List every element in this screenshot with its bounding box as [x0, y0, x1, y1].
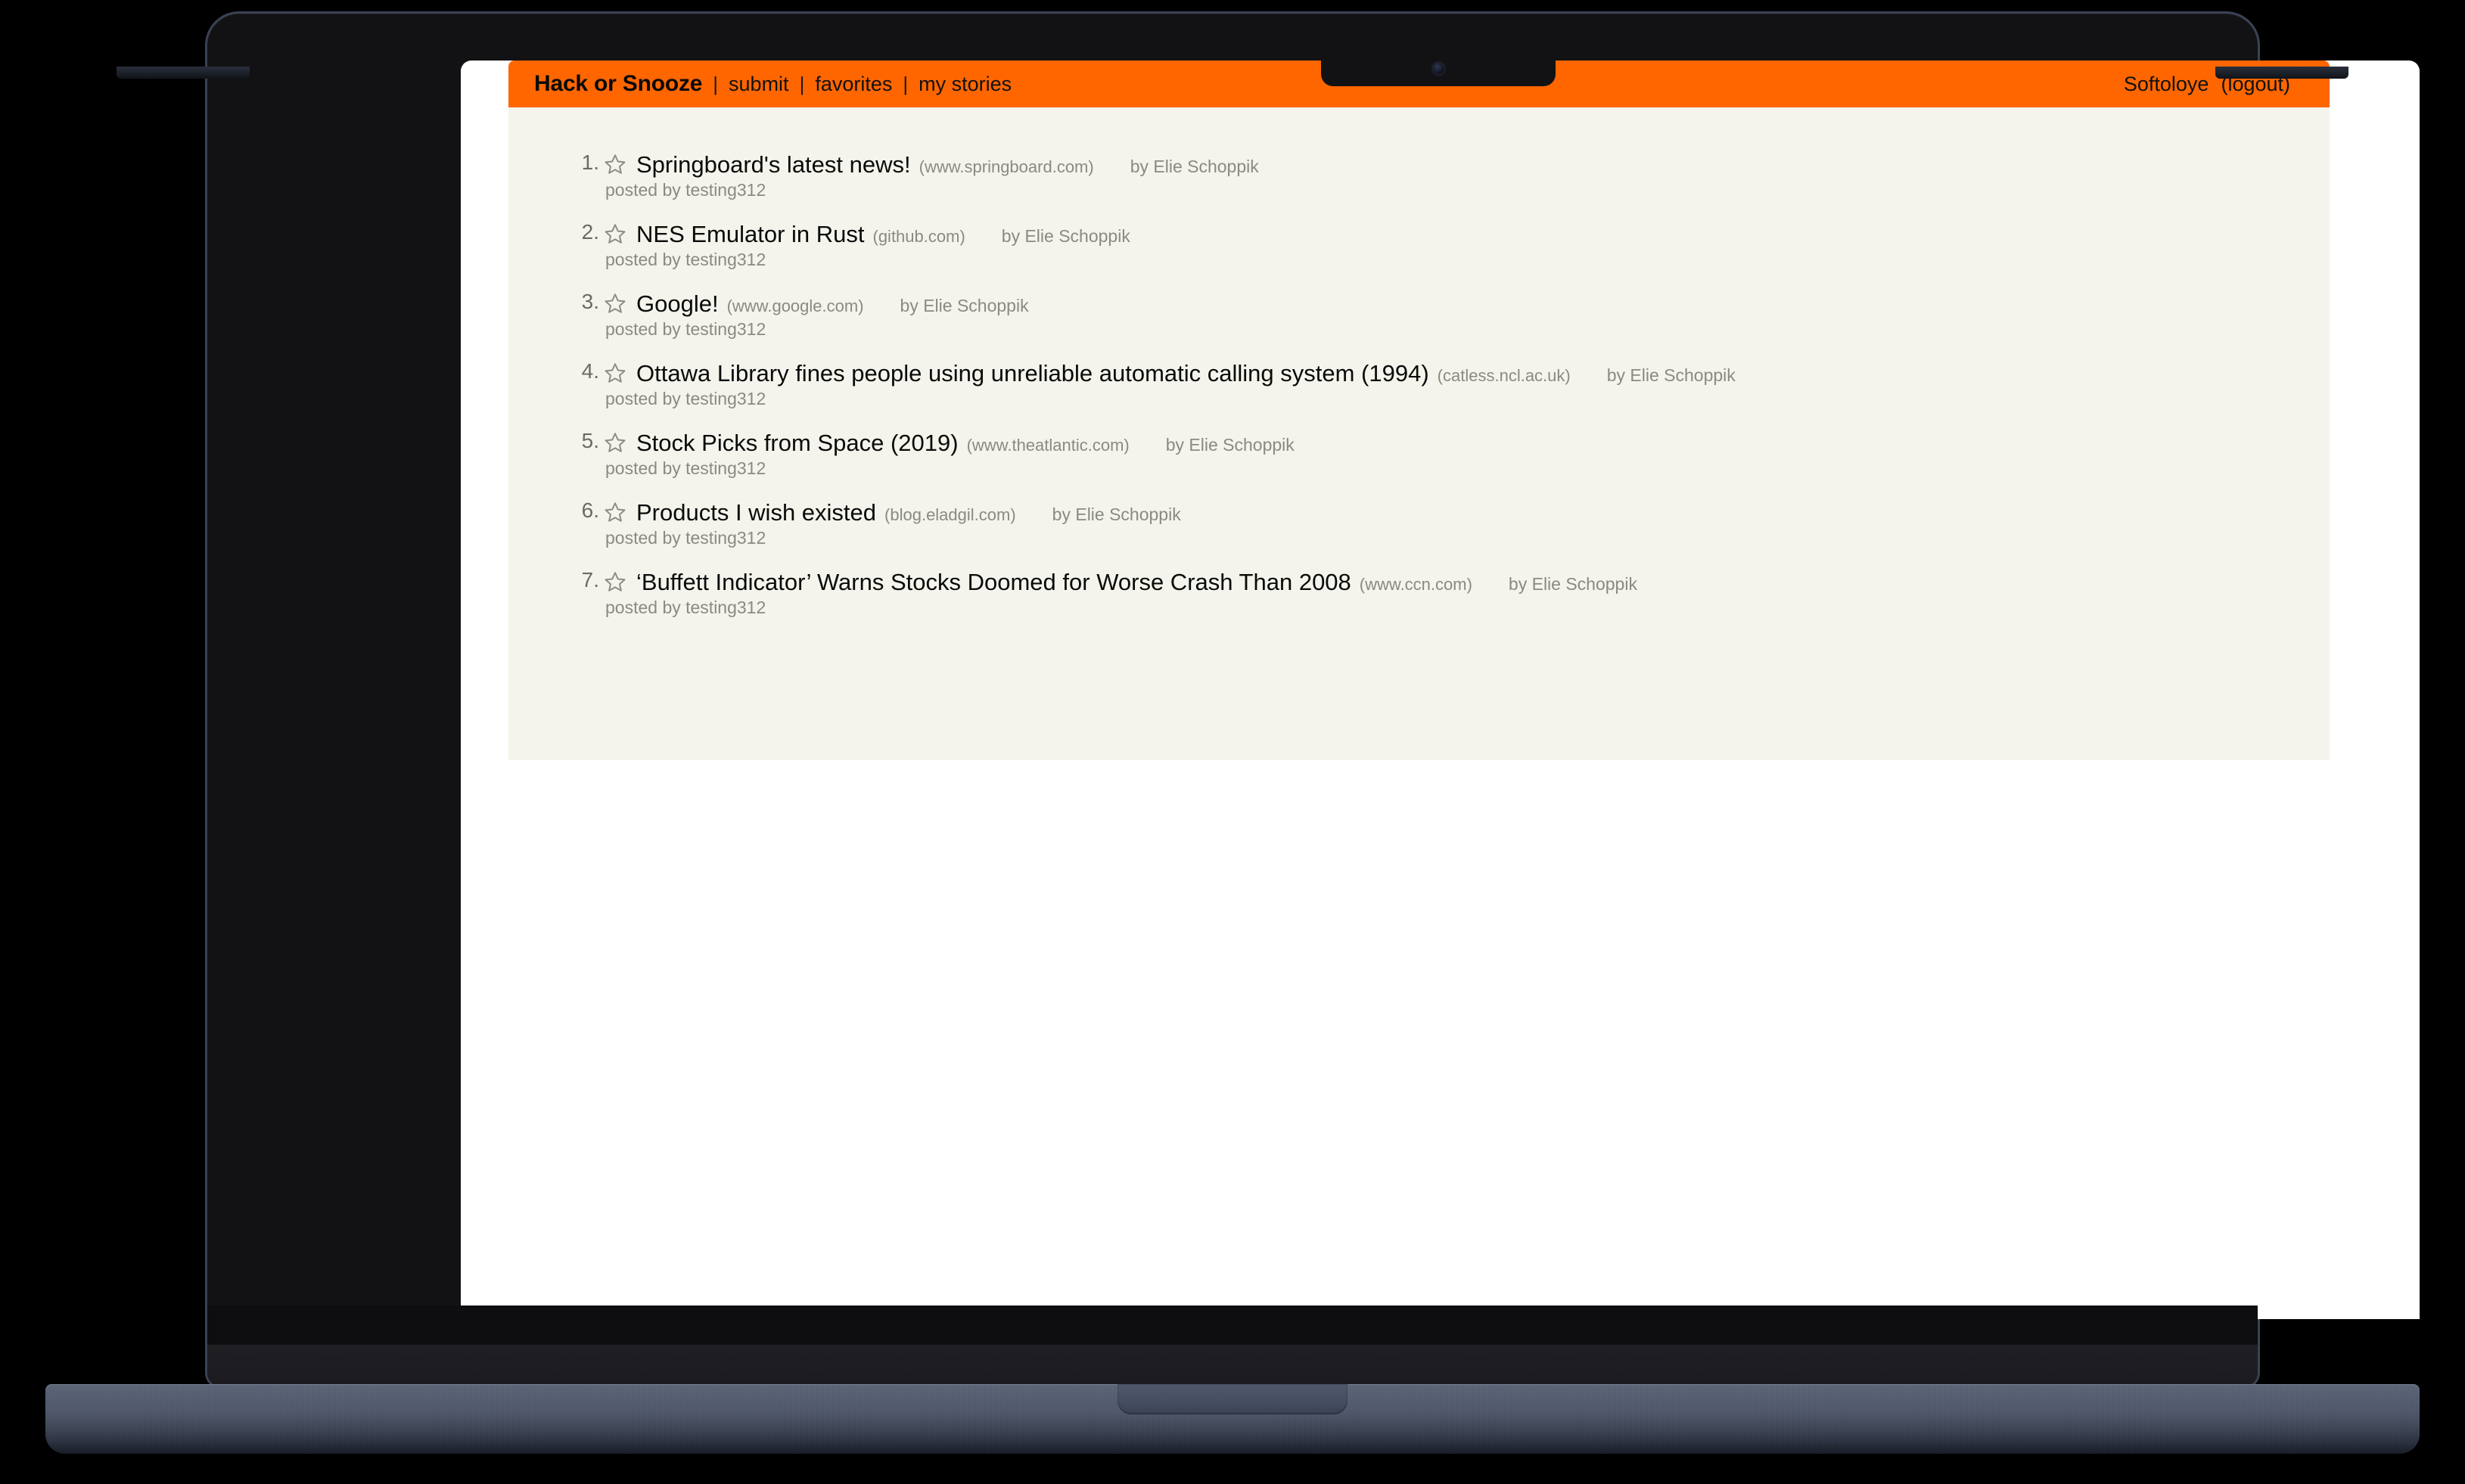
story-headline: ‘Buffett Indicator’ Warns Stocks Doomed … — [604, 567, 2330, 595]
laptop-device: Hack or Snooze | submit | favorites | my… — [0, 0, 2465, 1484]
story-title-link[interactable]: Ottawa Library fines people using unreli… — [636, 362, 1429, 386]
favorite-star-icon[interactable] — [604, 570, 626, 593]
story-title-link[interactable]: Springboard's latest news! — [636, 153, 911, 177]
nav-separator-3: | — [903, 73, 909, 95]
nav-separator-2: | — [799, 73, 805, 95]
story-headline: Springboard's latest news! (www.springboa… — [604, 150, 2330, 177]
story-item: 4. Ottawa Library fines people using unre… — [574, 359, 2330, 408]
story-posted-by: posted by testing312 — [605, 179, 766, 200]
laptop-lid-bezel: Hack or Snooze | submit | favorites | my… — [207, 14, 2420, 1386]
story-posted-by: posted by testing312 — [605, 458, 766, 478]
story-title-link[interactable]: ‘Buffett Indicator’ Warns Stocks Doomed … — [636, 570, 1351, 595]
favorite-star-icon[interactable] — [604, 153, 626, 175]
story-title-link[interactable]: Products I wish existed — [636, 501, 876, 525]
story-headline: Google! (www.google.com) by Elie Schoppik — [604, 289, 2330, 316]
favorite-star-icon[interactable] — [604, 501, 626, 523]
story-hostname: (www.google.com) — [726, 296, 864, 316]
story-index: 4. — [581, 359, 599, 383]
nav-username: Softoloye — [2123, 72, 2209, 95]
story-item: 1. Springboard's latest news! (www.springb… — [574, 150, 2330, 199]
story-title-link[interactable]: NES Emulator in Rust — [636, 222, 865, 247]
story-author: by Elie Schoppik — [900, 296, 1029, 316]
story-author: by Elie Schoppik — [1606, 365, 1736, 386]
story-item: 3. Google! (www.google.com) by Elie Schoppi… — [574, 289, 2330, 338]
story-hostname: (www.theatlantic.com) — [966, 436, 1130, 455]
story-item: 5. Stock Picks from Space (2019) (www.thea… — [574, 428, 2330, 477]
favorite-star-icon[interactable] — [604, 292, 626, 315]
favorite-star-icon[interactable] — [604, 362, 626, 384]
base-foot-left — [117, 67, 250, 79]
story-posted-by: posted by testing312 — [605, 527, 766, 548]
story-hostname: (www.ccn.com) — [1359, 575, 1472, 595]
story-headline: Ottawa Library fines people using unreli… — [604, 359, 2330, 386]
base-center-notch — [1117, 1384, 1348, 1414]
site-brand-link[interactable]: Hack or Snooze — [534, 71, 702, 97]
base-foot-right — [2215, 67, 2348, 79]
story-posted-by: posted by testing312 — [605, 318, 766, 339]
story-title-link[interactable]: Stock Picks from Space (2019) — [636, 431, 959, 455]
story-index: 5. — [581, 429, 599, 453]
laptop-screen: Hack or Snooze | submit | favorites | my… — [461, 61, 2420, 1319]
story-headline: Products I wish existed (blog.eladgil.com… — [604, 498, 2330, 525]
favorite-star-icon[interactable] — [604, 431, 626, 454]
stories-list: 1. Springboard's latest news! (www.springb… — [508, 150, 2330, 616]
story-author: by Elie Schoppik — [1165, 435, 1295, 455]
camera-lens-icon — [1433, 63, 1444, 74]
nav-link-my-stories[interactable]: my stories — [919, 73, 1012, 96]
camera-notch — [1321, 27, 1556, 86]
story-author: by Elie Schoppik — [1052, 504, 1181, 525]
story-author: by Elie Schoppik — [1001, 226, 1130, 247]
story-index: 3. — [581, 290, 599, 314]
nav-link-submit[interactable]: submit — [729, 73, 789, 96]
story-author: by Elie Schoppik — [1508, 574, 1637, 595]
story-author: by Elie Schoppik — [1130, 157, 1259, 176]
story-item: 6. Products I wish existed (blog.eladgil.c… — [574, 498, 2330, 547]
story-headline: Stock Picks from Space (2019) (www.theatl… — [604, 428, 2330, 455]
story-hostname: (github.com) — [872, 227, 965, 247]
nav-link-favorites[interactable]: favorites — [815, 73, 892, 96]
story-index: 7. — [581, 568, 599, 592]
laptop-base — [45, 1384, 2420, 1454]
story-index: 2. — [581, 220, 599, 244]
story-posted-by: posted by testing312 — [605, 249, 766, 269]
story-hostname: (www.springboard.com) — [919, 157, 1094, 176]
story-hostname: (catless.ncl.ac.uk) — [1437, 366, 1571, 386]
web-page: Hack or Snooze | submit | favorites | my… — [508, 61, 2330, 760]
laptop-lid-chin — [207, 1305, 2258, 1386]
nav-separator-1: | — [713, 73, 719, 95]
story-headline: NES Emulator in Rust (github.com) by Elie … — [604, 219, 2330, 247]
story-posted-by: posted by testing312 — [605, 388, 766, 408]
story-item: 7. ‘Buffett Indicator’ Warns Stocks Doome… — [574, 567, 2330, 616]
story-item: 2. NES Emulator in Rust (github.com) by Eli… — [574, 219, 2330, 269]
story-title-link[interactable]: Google! — [636, 292, 719, 316]
story-index: 6. — [581, 498, 599, 523]
story-hostname: (blog.eladgil.com) — [884, 505, 1016, 525]
favorite-star-icon[interactable] — [604, 222, 626, 245]
story-posted-by: posted by testing312 — [605, 597, 766, 617]
stories-area: 1. Springboard's latest news! (www.springb… — [508, 107, 2330, 760]
story-index: 1. — [581, 151, 599, 174]
